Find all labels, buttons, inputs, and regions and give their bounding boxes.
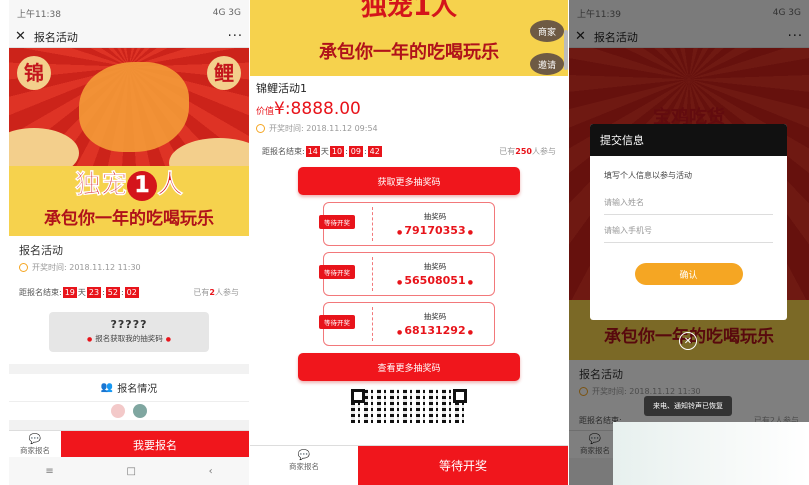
- lottery-code-ticket: 等待开奖 抽奖码68131292: [319, 302, 495, 346]
- page-title: 报名活动: [33, 30, 78, 44]
- system-toast: 来电、通知铃声已恢复: [644, 396, 732, 416]
- status-bar: 上午11:38 4G 3G: [9, 0, 249, 26]
- phone-input[interactable]: 请输入手机号: [604, 219, 773, 243]
- lottery-code: 79170353: [376, 224, 494, 237]
- countdown-row: 距报名结束: 14 天 10: 09: 42 已有250人参与: [250, 138, 568, 165]
- users-icon: 👥: [100, 382, 114, 393]
- avatar: [133, 404, 147, 418]
- scrollbar[interactable]: [564, 30, 568, 70]
- activity-title: 锦鲤活动1: [256, 82, 307, 95]
- countdown-row: 距报名结束: 19 天 23: 52: 02 已有2人参与: [9, 279, 249, 306]
- participant-avatars: [9, 402, 249, 420]
- lottery-code-ticket: 等待开奖 抽奖码79170353: [319, 202, 495, 246]
- confirm-button[interactable]: 确认: [634, 263, 743, 285]
- joined-count: 已有250人参与: [499, 147, 556, 156]
- open-time: 开奖时间: 2018.11.12 11:30: [19, 262, 239, 273]
- lottery-ticket-placeholder[interactable]: ????? 报名获取我的抽奖码: [49, 312, 209, 352]
- invite-button[interactable]: 邀请: [530, 53, 564, 75]
- banner-title: 独宠1人: [360, 0, 458, 22]
- banner-subtitle: 承包你一年的吃喝玩乐: [44, 209, 214, 229]
- joined-count: 已有2人参与: [193, 288, 239, 297]
- merchant-signup-tab[interactable]: 💬商家报名: [250, 446, 358, 485]
- watermark-overlay: [613, 422, 809, 485]
- submit-info-dialog: 提交信息 填写个人信息以参与活动 请输入姓名 请输入手机号 确认: [590, 124, 787, 320]
- banner-char-1: 锦: [17, 56, 51, 90]
- merchant-signup-tab[interactable]: 💬商家报名: [9, 431, 61, 458]
- status-badge: 等待开奖: [319, 265, 355, 279]
- bottom-action-bar: 💬 商家报名 我要报名: [9, 430, 249, 458]
- signup-button[interactable]: 我要报名: [61, 431, 249, 458]
- activity-banner: 锦 鲤 独宠 1 人 承包你一年的吃喝玩乐: [9, 48, 249, 236]
- get-more-codes-button[interactable]: 获取更多抽奖码: [298, 167, 520, 195]
- banner-char-2: 鲤: [207, 56, 241, 90]
- phone-screen-1: 上午11:38 4G 3G ✕ 报名活动 ··· 锦 鲤 独宠 1 人 承包你一年的…: [9, 0, 249, 485]
- signup-status-header: 👥 报名情况: [9, 374, 249, 402]
- more-icon[interactable]: ···: [228, 29, 243, 44]
- lottery-code: 68131292: [376, 324, 494, 337]
- clock-icon: [19, 263, 28, 272]
- phone-screen-2: 独宠1人 承包你一年的吃喝玩乐 商家 邀请 锦鲤活动1 价值¥:8888.00 …: [250, 0, 568, 485]
- close-icon[interactable]: ✕: [15, 29, 26, 44]
- banner-title: 独宠1人: [74, 170, 184, 201]
- activity-banner: 独宠1人 承包你一年的吃喝玩乐 商家 邀请: [250, 0, 568, 76]
- koi-fish-image: [79, 62, 189, 152]
- bottom-action-bar: 💬 商家报名 等待开奖: [250, 445, 568, 485]
- phone-screen-3: 上午11:39 4G 3G ✕ 报名活动 ··· 宝鸡吃货 承包你一年的吃喝玩乐…: [569, 0, 809, 485]
- name-input[interactable]: 请输入姓名: [604, 191, 773, 215]
- chat-icon: 💬: [28, 434, 42, 445]
- back-icon[interactable]: ‹: [209, 466, 213, 477]
- status-signal: 4G 3G: [212, 8, 241, 18]
- home-icon[interactable]: □: [126, 466, 135, 477]
- menu-icon[interactable]: ≡: [45, 466, 53, 477]
- dialog-tip: 填写个人信息以参与活动: [604, 171, 692, 180]
- clock-icon: [256, 124, 265, 133]
- view-more-codes-button[interactable]: 查看更多抽奖码: [298, 353, 520, 381]
- nav-bar: ✕ 报名活动 ···: [9, 26, 249, 48]
- qr-code: [351, 389, 467, 423]
- close-dialog-icon[interactable]: ✕: [679, 332, 697, 350]
- activity-info: 报名活动 开奖时间: 2018.11.12 11:30: [9, 236, 249, 279]
- status-badge: 等待开奖: [319, 215, 355, 229]
- avatar: [111, 404, 125, 418]
- banner-subtitle: 承包你一年的吃喝玩乐: [319, 42, 499, 63]
- status-time: 上午11:38: [17, 9, 61, 20]
- lottery-code-ticket: 等待开奖 抽奖码56508051: [319, 252, 495, 296]
- status-badge: 等待开奖: [319, 315, 355, 329]
- open-time: 开奖时间: 2018.11.12 09:54: [256, 123, 562, 134]
- system-nav-bar: ≡ □ ‹: [9, 457, 249, 485]
- activity-title: 报名活动: [19, 244, 63, 257]
- prize-value: 价值¥:8888.00: [256, 99, 361, 119]
- activity-info: 锦鲤活动1 价值¥:8888.00 开奖时间: 2018.11.12 09:54: [250, 76, 568, 138]
- chat-icon: 💬: [297, 450, 311, 461]
- lottery-code: 56508051: [376, 274, 494, 287]
- merchant-button[interactable]: 商家: [530, 20, 564, 42]
- await-draw-button[interactable]: 等待开奖: [358, 446, 568, 485]
- dialog-title: 提交信息: [590, 124, 787, 156]
